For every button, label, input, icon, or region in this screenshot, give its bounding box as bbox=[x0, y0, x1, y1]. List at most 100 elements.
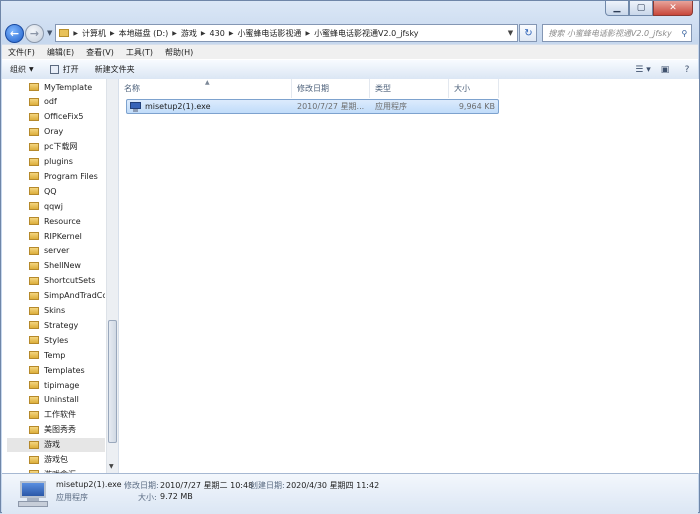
details-pane: misetup2(1).exe 修改日期: 2010/7/27 星期二 10:4… bbox=[2, 473, 698, 514]
folder-icon bbox=[29, 157, 39, 166]
nav-folder-item[interactable]: Temp bbox=[7, 348, 105, 362]
search-icon[interactable]: ⚲ bbox=[677, 29, 691, 38]
menu-file[interactable]: 文件(F) bbox=[2, 47, 41, 58]
nav-folder-label: 游戏 bbox=[44, 440, 60, 450]
nav-folder-item[interactable]: server bbox=[7, 244, 105, 258]
folder-icon bbox=[29, 172, 39, 181]
nav-folder-item[interactable]: odf bbox=[7, 95, 105, 109]
nav-folder-label: Program Files bbox=[44, 171, 98, 181]
address-bar[interactable]: ▶ 计算机 ▶ 本地磁盘 (D:) ▶ 游戏 ▶ 430 ▶ 小蜜蜂电话影视通 … bbox=[55, 24, 519, 42]
folder-icon bbox=[29, 83, 39, 91]
organize-button[interactable]: 组织 ▼ bbox=[2, 60, 42, 79]
nav-folder-item[interactable]: OfficeFix5 bbox=[7, 110, 105, 124]
folder-icon bbox=[29, 410, 39, 419]
column-headers: 名称 ▲ 修改日期 类型 大小 bbox=[119, 79, 499, 98]
nav-folder-item[interactable]: Uninstall bbox=[7, 393, 105, 407]
menu-bar: 文件(F) 编辑(E) 查看(V) 工具(T) 帮助(H) bbox=[2, 44, 698, 60]
maximize-button[interactable]: ▢ bbox=[629, 1, 653, 16]
scroll-down-icon[interactable]: ▼ bbox=[109, 463, 114, 470]
menu-edit[interactable]: 编辑(E) bbox=[41, 47, 80, 58]
address-dropdown-icon[interactable]: ▼ bbox=[503, 29, 517, 37]
column-size-label: 大小 bbox=[454, 84, 470, 93]
breadcrumb-430[interactable]: 430 bbox=[206, 29, 229, 38]
breadcrumb-current[interactable]: 小蜜蜂电话影视通V2.0_jfsky bbox=[310, 28, 422, 39]
recent-pages-dropdown-icon[interactable]: ▼ bbox=[47, 29, 52, 37]
nav-folder-item[interactable]: QQ bbox=[7, 184, 105, 198]
nav-folder-item[interactable]: RIPKernel bbox=[7, 229, 105, 243]
column-header-size[interactable]: 大小 bbox=[449, 79, 499, 98]
file-row[interactable]: misetup2(1).exe 2010/7/27 星期... 应用程序 9,9… bbox=[126, 99, 499, 114]
nav-folder-item[interactable]: Templates bbox=[7, 363, 105, 377]
help-icon[interactable]: ? bbox=[676, 65, 698, 75]
details-size: 9.72 MB bbox=[160, 492, 193, 501]
search-input[interactable]: 搜索 小蜜蜂电话影视通V2.0_jfsky ⚲ bbox=[542, 24, 693, 42]
breadcrumb-drive[interactable]: 本地磁盘 (D:) bbox=[115, 28, 173, 39]
sort-ascending-icon: ▲ bbox=[205, 79, 210, 86]
application-icon bbox=[130, 101, 141, 112]
nav-folder-item[interactable]: ShortcutSets bbox=[7, 274, 105, 288]
open-icon bbox=[49, 65, 59, 74]
minimize-button[interactable]: ▁ bbox=[605, 1, 629, 16]
folder-icon bbox=[29, 217, 39, 226]
nav-folder-item[interactable]: MyTemplate bbox=[7, 80, 105, 94]
application-icon bbox=[18, 479, 48, 509]
file-list-pane: 名称 ▲ 修改日期 类型 大小 misetup2(1).exe 2010/7/2… bbox=[119, 79, 699, 473]
search-placeholder: 搜索 小蜜蜂电话影视通V2.0_jfsky bbox=[548, 28, 672, 38]
folder-icon bbox=[29, 127, 39, 136]
nav-folder-item[interactable]: 游戏包 bbox=[7, 453, 105, 467]
breadcrumb-games[interactable]: 游戏 bbox=[177, 28, 201, 39]
navigation-pane: MyTemplate odf OfficeFix5 Oray pc下载网 plugins P… bbox=[2, 79, 119, 473]
open-label: 打开 bbox=[62, 65, 79, 74]
folder-icon bbox=[29, 202, 39, 211]
forward-button[interactable]: → bbox=[25, 23, 44, 43]
nav-folder-item[interactable]: SimpAndTradCc bbox=[7, 289, 105, 303]
column-modified-label: 修改日期 bbox=[297, 84, 329, 93]
file-type: 应用程序 bbox=[375, 102, 407, 111]
new-folder-button[interactable]: 新建文件夹 bbox=[87, 60, 143, 79]
nav-folder-label: Resource bbox=[44, 216, 81, 226]
nav-folder-item[interactable]: qqwj bbox=[7, 199, 105, 213]
folder-icon bbox=[29, 112, 39, 121]
menu-view[interactable]: 查看(V) bbox=[80, 47, 120, 58]
folder-icon bbox=[59, 29, 70, 37]
details-created-label: 创建日期: bbox=[250, 481, 285, 490]
nav-scrollbar[interactable]: ▼ bbox=[106, 79, 118, 473]
close-button[interactable]: ✕ bbox=[653, 1, 693, 16]
nav-folder-item[interactable]: 美图秀秀 bbox=[7, 423, 105, 437]
preview-pane-icon[interactable]: ▣ bbox=[654, 65, 676, 75]
nav-folder-label: qqwj bbox=[44, 201, 63, 211]
menu-tools[interactable]: 工具(T) bbox=[120, 47, 159, 58]
nav-folder-item[interactable]: ShellNew bbox=[7, 259, 105, 273]
nav-folder-item[interactable]: tipimage bbox=[7, 378, 105, 392]
nav-folder-item[interactable]: Skins bbox=[7, 304, 105, 318]
view-options-icon[interactable]: ☰ ▾ bbox=[632, 65, 654, 75]
column-header-type[interactable]: 类型 bbox=[370, 79, 449, 98]
details-created: 2020/4/30 星期四 11:42 bbox=[286, 481, 380, 490]
breadcrumb-computer[interactable]: 计算机 bbox=[78, 28, 110, 39]
open-button[interactable]: 打开 bbox=[42, 60, 87, 79]
nav-folder-item[interactable]: Oray bbox=[7, 125, 105, 139]
nav-folder-item[interactable]: 工作软件 bbox=[7, 408, 105, 422]
nav-folder-item[interactable]: Styles bbox=[7, 333, 105, 347]
menu-help[interactable]: 帮助(H) bbox=[159, 47, 199, 58]
file-modified: 2010/7/27 星期... bbox=[297, 102, 365, 111]
back-button[interactable]: ← bbox=[5, 23, 24, 43]
nav-folder-label: MyTemplate bbox=[44, 82, 93, 92]
nav-folder-item[interactable]: Program Files bbox=[7, 169, 105, 183]
nav-folder-item[interactable]: Resource bbox=[7, 214, 105, 228]
folder-icon bbox=[29, 232, 39, 240]
folder-icon bbox=[29, 187, 39, 196]
nav-folder-item[interactable]: plugins bbox=[7, 155, 105, 169]
refresh-icon[interactable]: ↻ bbox=[519, 24, 538, 42]
nav-folder-label: tipimage bbox=[44, 380, 80, 390]
nav-folder-item[interactable]: pc下载网 bbox=[7, 140, 105, 154]
breadcrumb-parent[interactable]: 小蜜蜂电话影视通 bbox=[233, 28, 305, 39]
nav-folder-label: Templates bbox=[44, 365, 85, 375]
nav-folder-item[interactable]: 游戏 bbox=[7, 437, 105, 452]
folder-icon bbox=[29, 142, 39, 151]
nav-scrollbar-thumb[interactable] bbox=[108, 320, 117, 443]
nav-folder-item[interactable]: Strategy bbox=[7, 318, 105, 332]
folder-icon bbox=[29, 336, 39, 345]
column-header-modified[interactable]: 修改日期 bbox=[292, 79, 370, 98]
folder-icon bbox=[29, 321, 39, 330]
